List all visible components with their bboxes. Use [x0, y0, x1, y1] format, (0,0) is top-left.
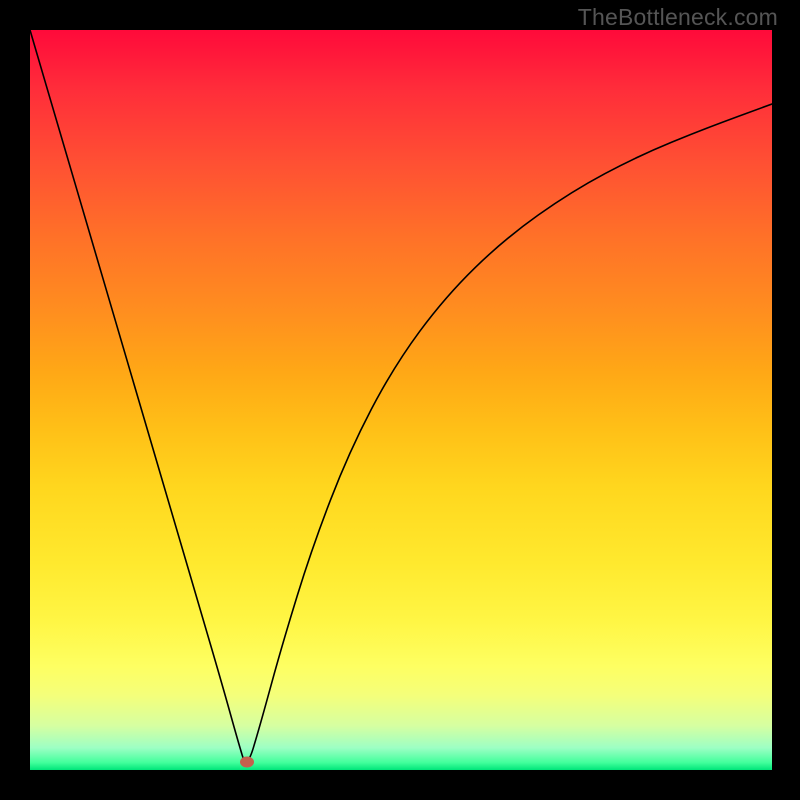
optimal-point-marker: [240, 756, 254, 767]
bottleneck-curve: [30, 30, 772, 770]
watermark-text: TheBottleneck.com: [578, 4, 778, 31]
